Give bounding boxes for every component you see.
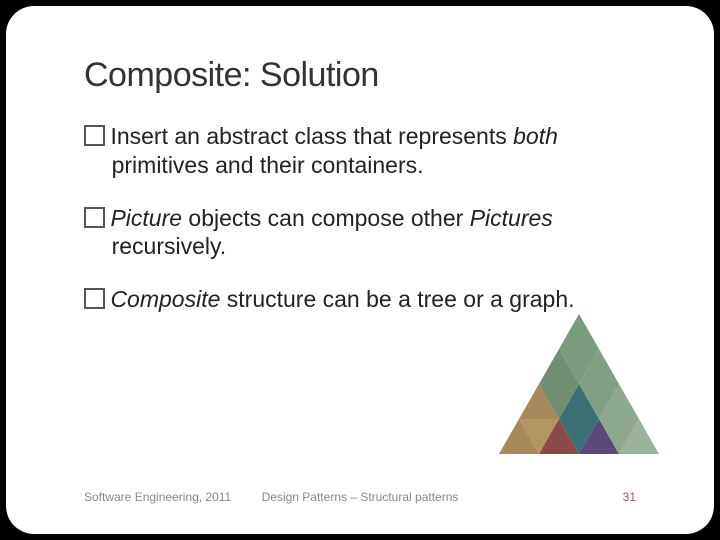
bullet-emph: Picture [110, 205, 182, 231]
bullet-text: objects can compose other [182, 205, 470, 231]
bullet-item: Insert an abstract class that represents… [84, 122, 644, 180]
footer: Software Engineering, 2011 Design Patter… [6, 490, 714, 510]
footer-page-number: 31 [623, 490, 636, 504]
bullet-emph: Composite [110, 286, 220, 312]
bullet-item: Picture objects can compose other Pictur… [84, 204, 644, 262]
bullet-emph: both [513, 123, 558, 149]
footer-center: Design Patterns – Structural patterns [6, 490, 714, 504]
bullet-marker-icon [84, 207, 105, 228]
bullet-marker-icon [84, 288, 105, 309]
triangle-decoration-icon [499, 314, 659, 454]
slide: Composite: Solution Insert an abstract c… [6, 6, 714, 534]
bullet-text: primitives and their containers. [112, 152, 424, 178]
bullet-text: Insert an abstract class that represents [110, 123, 513, 149]
page-title: Composite: Solution [84, 56, 379, 95]
bullet-item: Composite structure can be a tree or a g… [84, 285, 644, 314]
bullet-text: recursively. [112, 233, 227, 259]
bullet-marker-icon [84, 125, 105, 146]
bullet-text: structure can be a tree or a graph. [220, 286, 574, 312]
bullet-emph: Pictures [470, 205, 553, 231]
body-text: Insert an abstract class that represents… [84, 122, 644, 338]
